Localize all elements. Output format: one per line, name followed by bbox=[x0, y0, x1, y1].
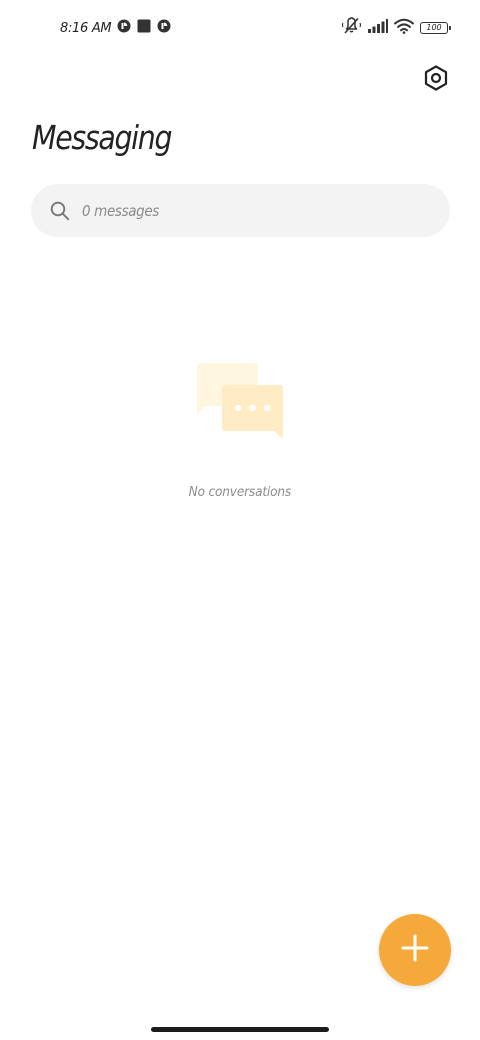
plus-icon bbox=[401, 934, 429, 967]
battery-level: 100 bbox=[426, 23, 442, 32]
chat-bubbles-icon bbox=[194, 360, 286, 442]
media-icon bbox=[117, 19, 131, 38]
search-bar[interactable]: 0 messages bbox=[31, 184, 450, 237]
signal-icon bbox=[368, 18, 388, 38]
search-placeholder: 0 messages bbox=[82, 201, 159, 220]
status-bar-right: 100 bbox=[341, 14, 451, 42]
settings-icon bbox=[424, 64, 448, 96]
empty-state-label: No conversations bbox=[188, 484, 292, 500]
status-time: 8:16 AM bbox=[60, 20, 112, 36]
app-icon bbox=[137, 19, 151, 38]
media-icon bbox=[157, 19, 171, 38]
new-conversation-button[interactable] bbox=[379, 914, 451, 986]
battery-icon: 100 bbox=[420, 22, 451, 34]
status-bar: 8:16 AM 100 bbox=[0, 14, 480, 42]
page-title: Messaging bbox=[32, 118, 173, 157]
home-indicator[interactable] bbox=[151, 1027, 329, 1032]
wifi-icon bbox=[394, 18, 414, 39]
mute-icon bbox=[341, 16, 362, 40]
settings-button[interactable] bbox=[422, 64, 450, 96]
empty-state-text: No conversations bbox=[0, 484, 480, 500]
messaging-screen: 8:16 AM 100 Messaging 0 messages No conv… bbox=[0, 0, 480, 1040]
status-bar-left: 8:16 AM bbox=[60, 14, 171, 42]
search-icon bbox=[49, 200, 71, 222]
